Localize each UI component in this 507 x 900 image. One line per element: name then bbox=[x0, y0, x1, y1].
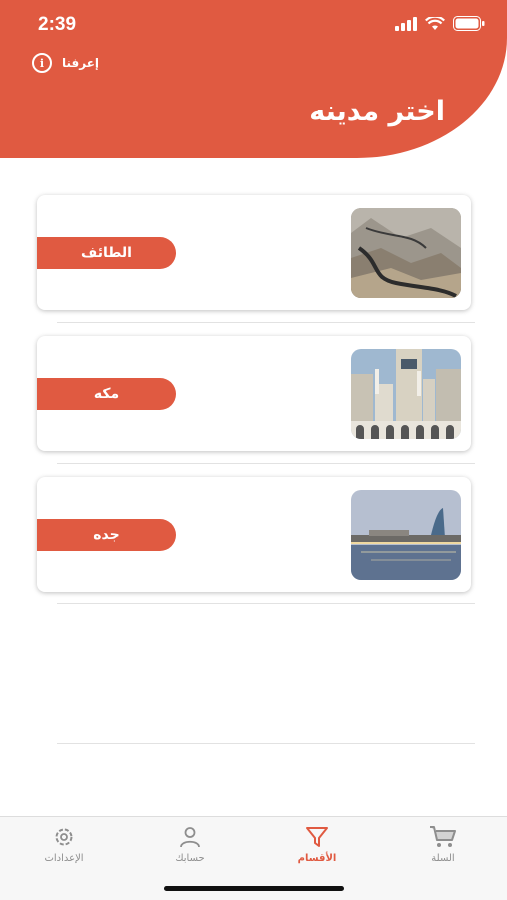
status-icons bbox=[395, 16, 485, 31]
city-card-taif[interactable]: الطائف bbox=[37, 195, 471, 310]
divider bbox=[57, 603, 475, 604]
city-card-makkah[interactable]: مكه bbox=[37, 336, 471, 451]
divider bbox=[57, 322, 475, 323]
tab-label: الأقسام bbox=[297, 853, 337, 864]
filter-icon bbox=[306, 827, 328, 847]
battery-icon bbox=[453, 16, 485, 31]
city-image-makkah bbox=[351, 349, 461, 439]
status-time: 2:39 bbox=[38, 14, 77, 35]
tab-account[interactable]: حسابك bbox=[145, 825, 235, 864]
city-name-pill[interactable]: مكه bbox=[37, 378, 176, 410]
cellular-signal-icon bbox=[395, 16, 417, 31]
city-image-jeddah bbox=[351, 490, 461, 580]
gear-icon bbox=[55, 828, 73, 846]
cart-icon bbox=[430, 826, 456, 847]
city-name-pill[interactable]: جده bbox=[37, 519, 176, 551]
city-image-taif bbox=[351, 208, 461, 298]
header-banner: 2:39 i إعرفنا اختر مدينه bbox=[0, 0, 507, 158]
page-title: اختر مدينه bbox=[309, 96, 445, 127]
about-us-label: إعرفنا bbox=[62, 56, 100, 70]
divider bbox=[57, 463, 475, 464]
wifi-icon bbox=[425, 16, 445, 30]
tab-categories[interactable]: الأقسام bbox=[272, 825, 362, 864]
tab-cart[interactable]: السلة bbox=[398, 825, 488, 864]
city-name-pill[interactable]: الطائف bbox=[37, 237, 176, 269]
about-us-button[interactable]: i إعرفنا bbox=[32, 53, 99, 73]
tab-label: السلة bbox=[431, 853, 455, 864]
tab-settings[interactable]: الإعدادات bbox=[19, 825, 109, 864]
tab-label: الإعدادات bbox=[44, 853, 84, 864]
info-icon: i bbox=[32, 53, 52, 73]
home-indicator bbox=[164, 886, 344, 891]
tab-label: حسابك bbox=[175, 853, 205, 864]
divider bbox=[57, 743, 475, 744]
city-card-jeddah[interactable]: جده bbox=[37, 477, 471, 592]
person-icon bbox=[180, 827, 200, 848]
